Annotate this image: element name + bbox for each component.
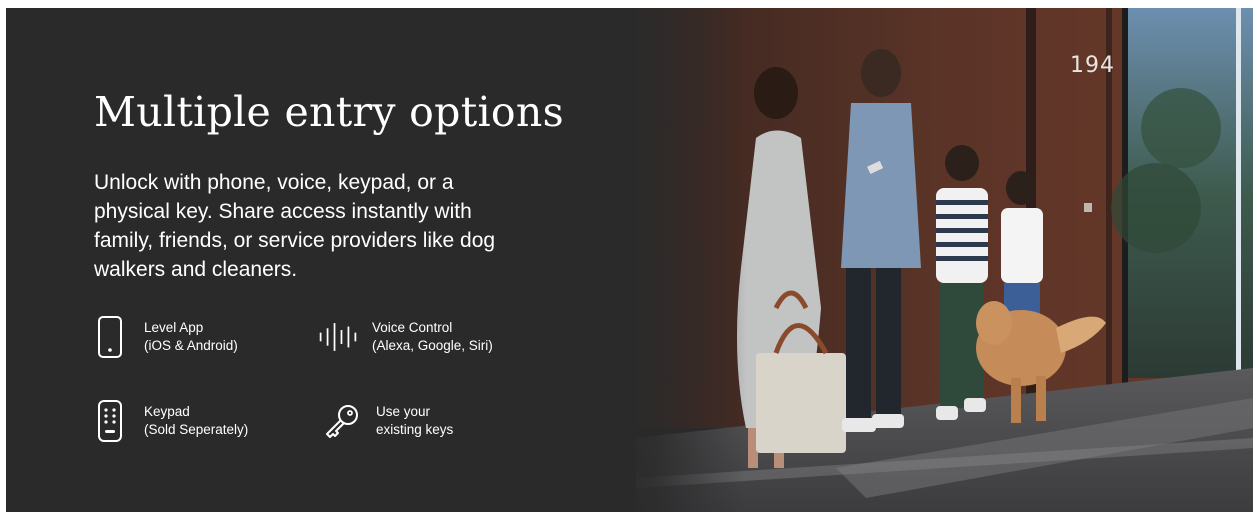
key-icon: [322, 398, 362, 444]
entry-options-banner: 194 Multiple entry options Unlock with p…: [6, 8, 1253, 512]
keypad-icon: [90, 398, 130, 444]
feature-subtitle: (Alexa, Google, Siri): [372, 338, 493, 353]
description: Unlock with phone, voice, keypad, or a p…: [94, 171, 496, 281]
feature-label: Level App (iOS & Android): [144, 319, 238, 355]
feature-title: Use your: [376, 404, 431, 419]
feature-title: Level App: [144, 320, 204, 335]
feature-level-app: Level App (iOS & Android): [90, 314, 238, 360]
feature-subtitle: (Sold Seperately): [144, 422, 249, 437]
feature-label: Use your existing keys: [376, 403, 453, 439]
feature-label: Voice Control (Alexa, Google, Siri): [372, 319, 493, 355]
smartphone-icon: [90, 314, 130, 360]
feature-keypad: Keypad (Sold Seperately): [90, 398, 248, 444]
feature-existing-keys: Use your existing keys: [322, 398, 453, 444]
headline: Multiple entry options: [94, 88, 564, 136]
family-at-door-photo: [636, 8, 1253, 512]
feature-voice-control: Voice Control (Alexa, Google, Siri): [318, 314, 493, 360]
feature-subtitle: (iOS & Android): [144, 338, 238, 353]
feature-label: Keypad (Sold Seperately): [144, 403, 248, 439]
house-number: 194: [1070, 53, 1115, 78]
sound-wave-icon: [318, 314, 358, 360]
feature-title: Keypad: [144, 404, 190, 419]
feature-subtitle: existing keys: [376, 422, 454, 437]
feature-title: Voice Control: [372, 320, 453, 335]
